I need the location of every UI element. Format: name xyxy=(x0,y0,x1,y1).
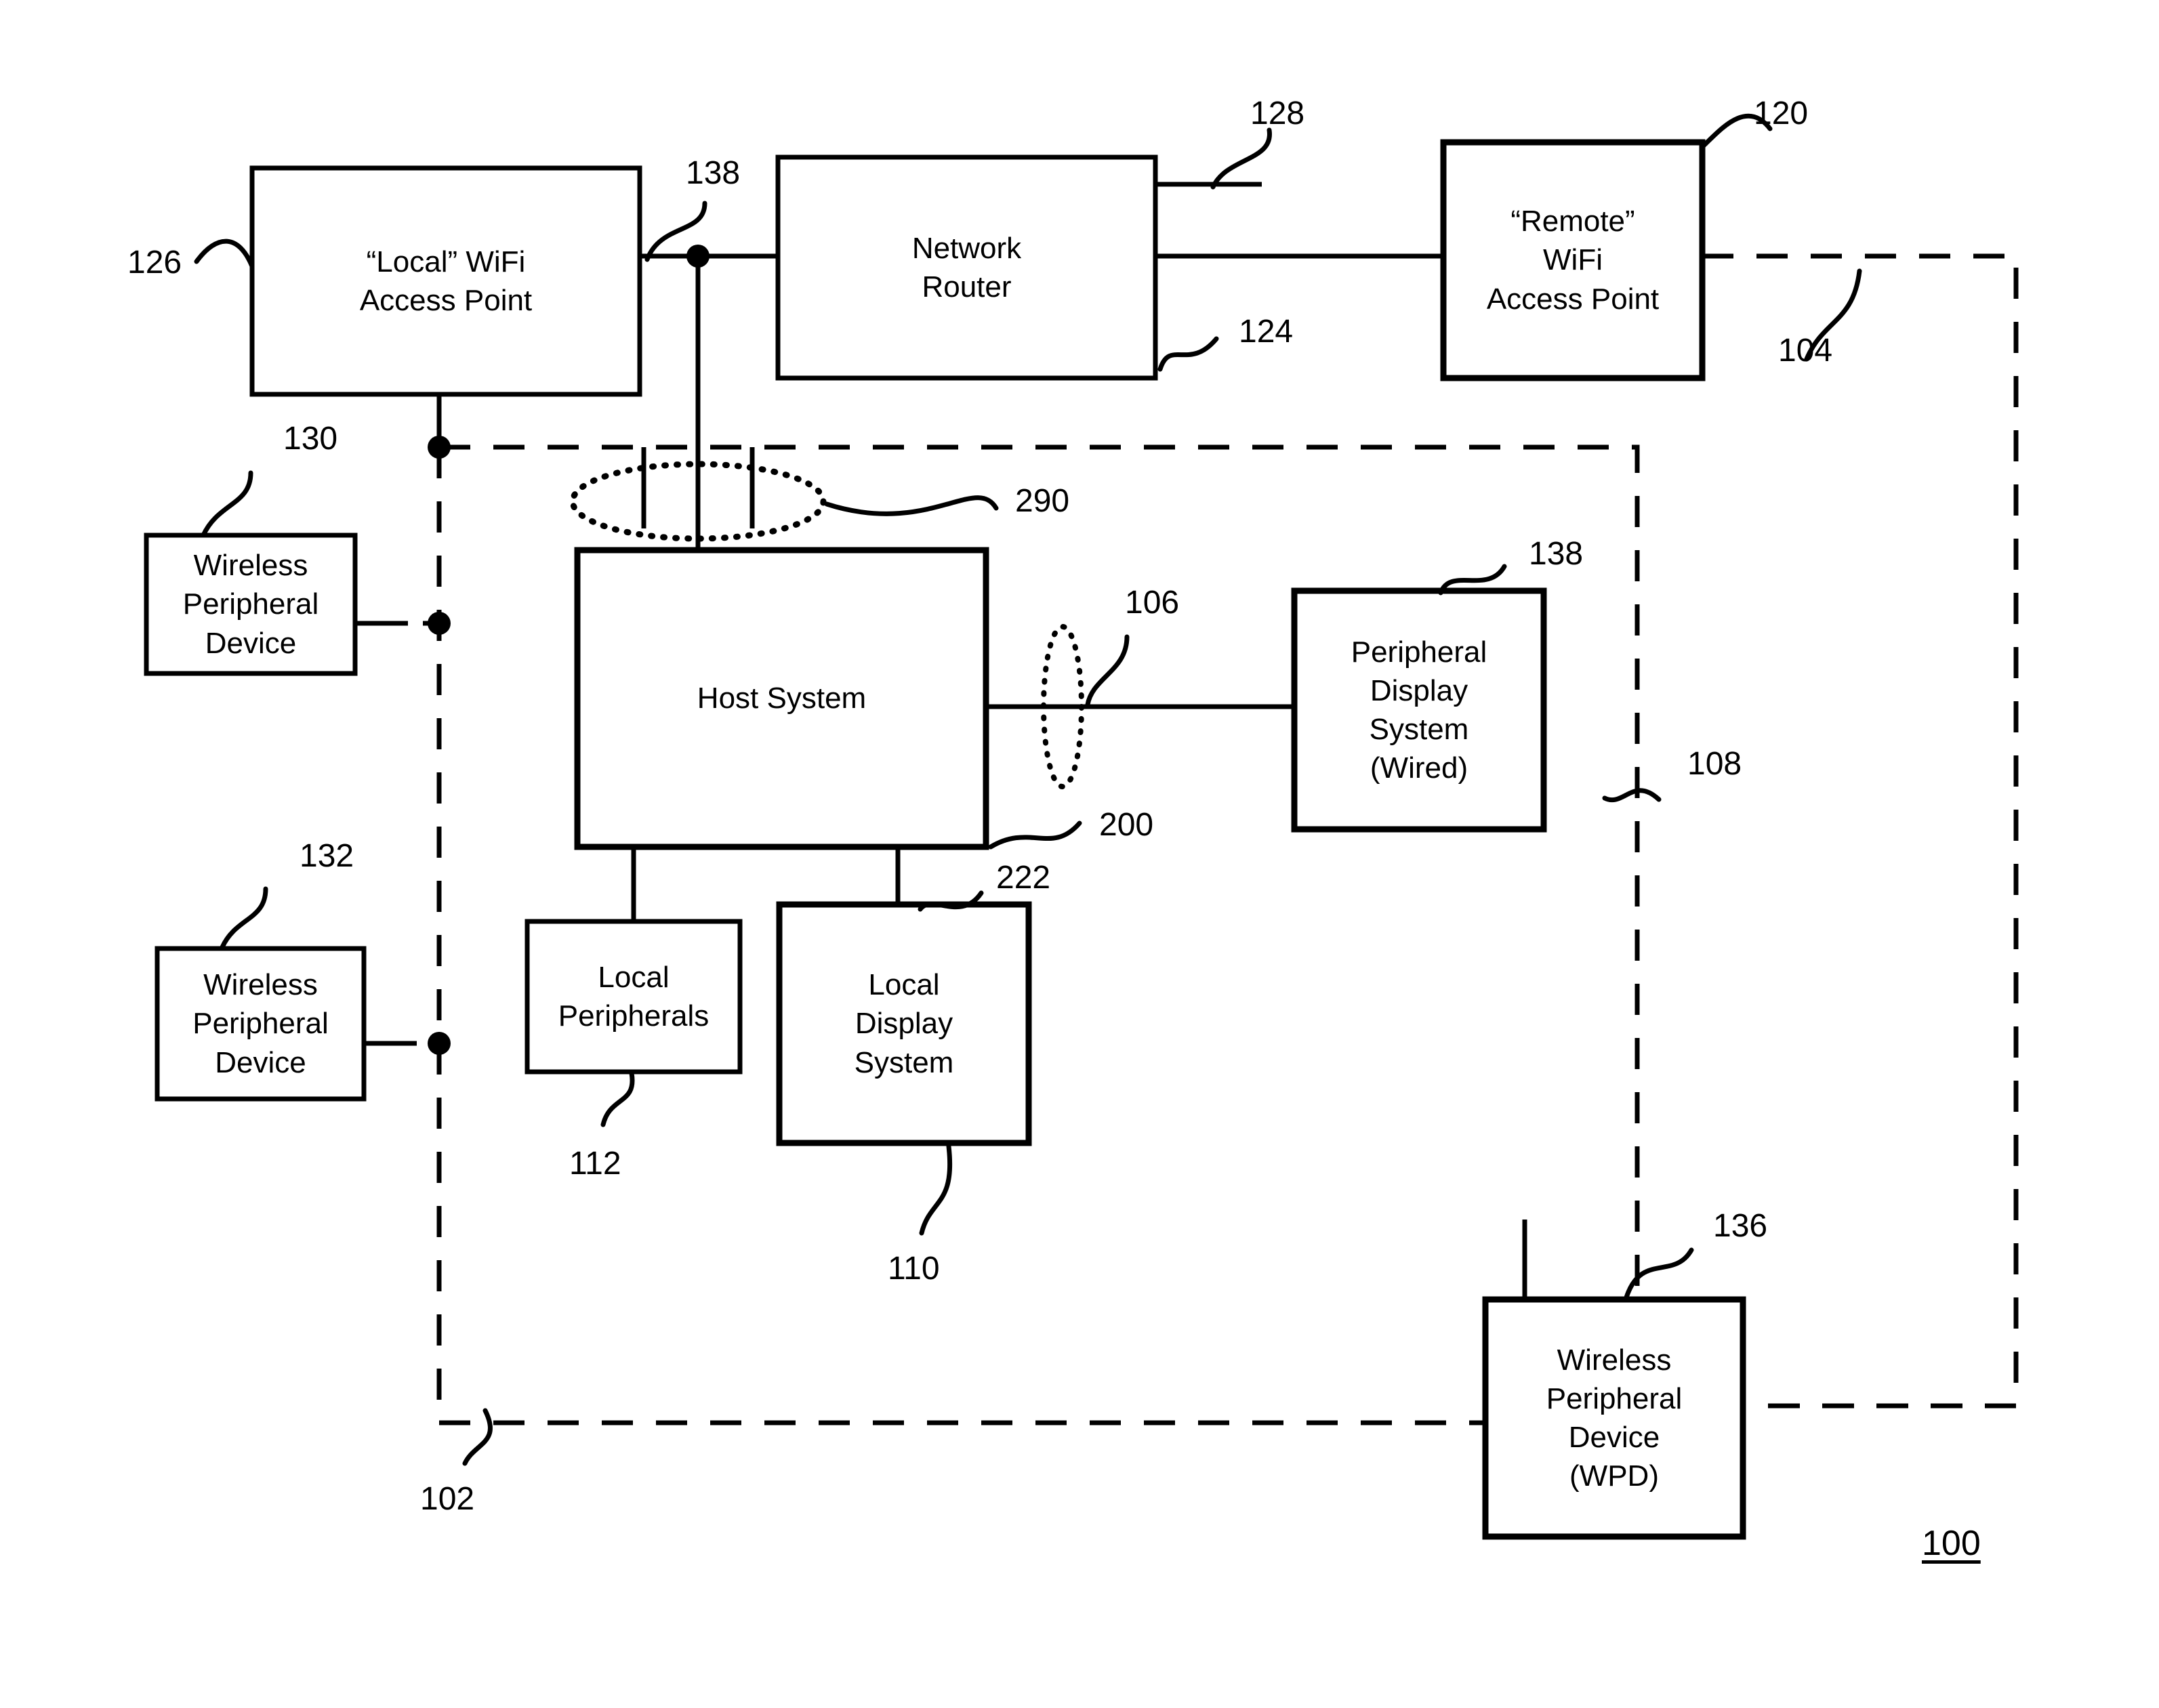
patent-figure: “Local” WiFi Access Point Network Router… xyxy=(0,0,2159,1708)
ref-numeral-128: 128 xyxy=(1250,96,1305,131)
junction-dot-138 xyxy=(686,245,710,268)
box-wpd-130 xyxy=(144,533,358,676)
ref-numeral-222: 222 xyxy=(996,860,1051,896)
box-wpd-132 xyxy=(155,946,367,1102)
junction-dot-wpd132 xyxy=(428,1032,451,1055)
ref-numeral-136: 136 xyxy=(1713,1208,1768,1244)
ref-numeral-130: 130 xyxy=(283,421,338,457)
box-host-system xyxy=(574,547,989,850)
junction-dot-wpd130 xyxy=(428,612,451,635)
ref-numeral-132: 132 xyxy=(300,838,354,874)
ref-numeral-108: 108 xyxy=(1687,746,1742,782)
ref-numeral-200: 200 xyxy=(1099,807,1154,843)
ref-numeral-110: 110 xyxy=(888,1251,940,1287)
ref-numeral-138-display: 138 xyxy=(1529,536,1584,572)
ref-numeral-124: 124 xyxy=(1239,314,1294,350)
ref-numeral-290: 290 xyxy=(1015,483,1070,519)
ref-numeral-102: 102 xyxy=(420,1481,475,1517)
box-local-display xyxy=(776,901,1032,1146)
dashed-region-104 xyxy=(1525,253,2019,1409)
ref-numeral-120: 120 xyxy=(1754,96,1809,131)
box-local-peripherals xyxy=(525,919,743,1075)
ref-numeral-106: 106 xyxy=(1125,585,1180,621)
box-remote-ap xyxy=(1440,139,1706,381)
junction-dot-local-ap xyxy=(428,436,451,459)
ref-numeral-112: 112 xyxy=(569,1146,621,1182)
figure-number-100: 100 xyxy=(1922,1524,1981,1563)
box-wpd-136 xyxy=(1482,1296,1746,1540)
box-outlines xyxy=(144,139,1746,1540)
box-local-ap xyxy=(249,165,642,397)
ref-numeral-138-router: 138 xyxy=(686,155,741,191)
box-peripheral-display xyxy=(1291,587,1547,833)
ref-numeral-104: 104 xyxy=(1778,333,1833,369)
ref-numeral-126: 126 xyxy=(127,245,182,280)
box-network-router xyxy=(775,154,1158,381)
